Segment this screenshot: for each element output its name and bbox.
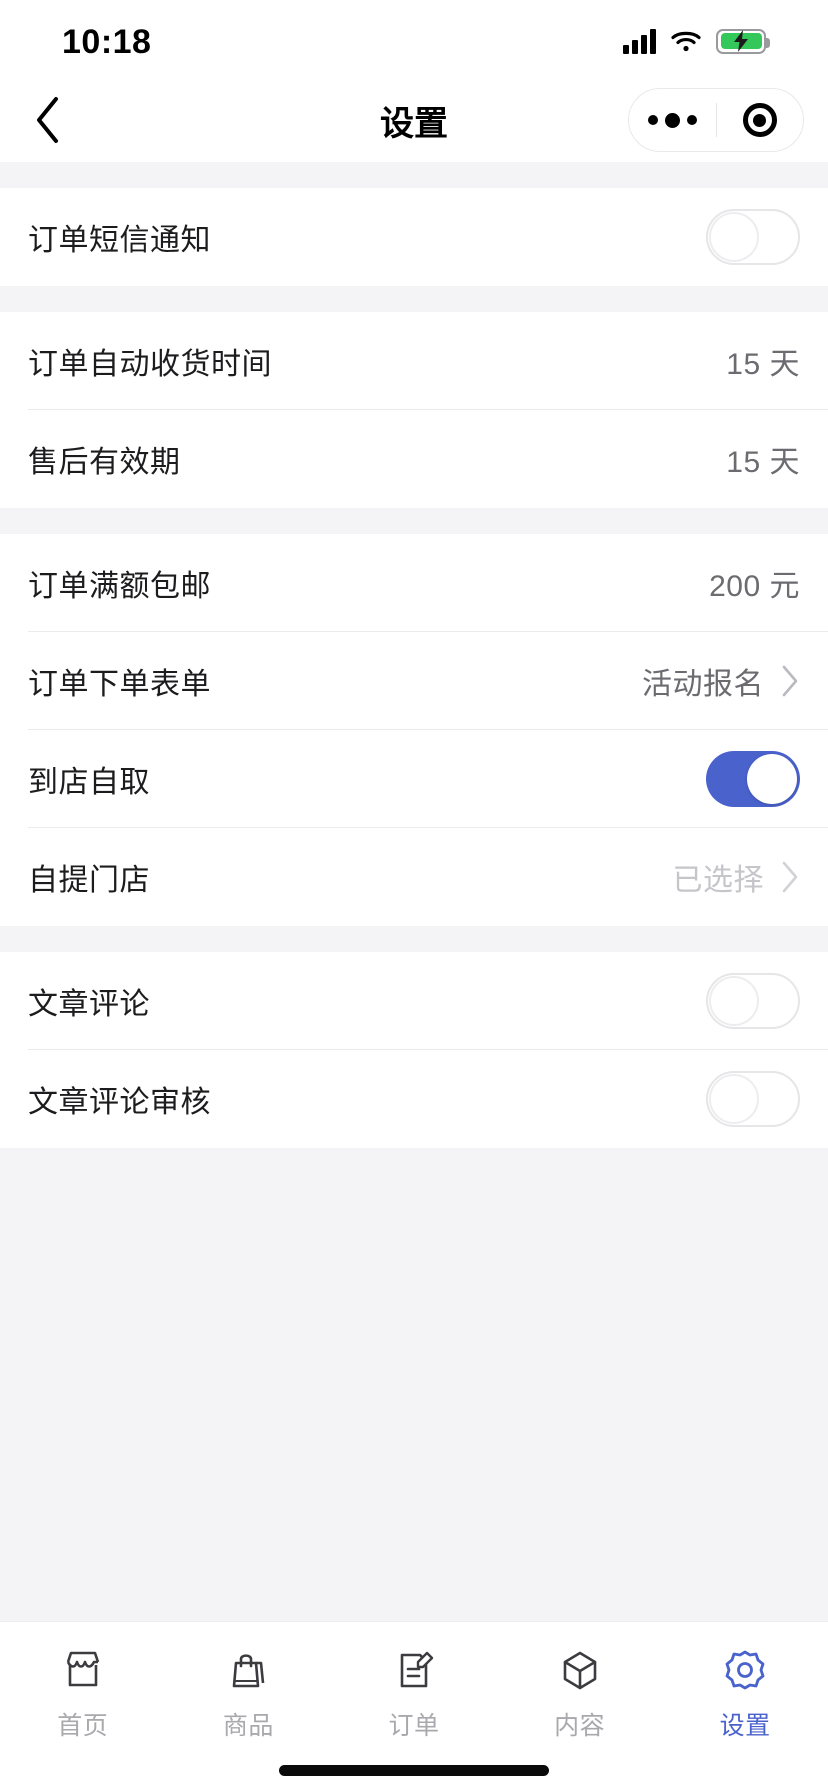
row-control: 200 元 bbox=[709, 561, 800, 605]
row-label: 订单满额包邮 bbox=[28, 570, 211, 603]
tab-content[interactable]: 内容 bbox=[497, 1644, 663, 1742]
miniprogram-capsule bbox=[628, 88, 804, 152]
toggle-article-comment[interactable] bbox=[706, 973, 800, 1029]
tab-label: 商品 bbox=[222, 1712, 274, 1740]
target-circle-icon bbox=[742, 103, 777, 137]
row-label: 文章评论审核 bbox=[28, 1086, 211, 1119]
chevron-right-icon bbox=[782, 665, 798, 697]
tab-label: 订单 bbox=[388, 1712, 440, 1740]
row-value: 15 天 bbox=[726, 446, 800, 479]
row-control: 15 天 bbox=[726, 437, 800, 481]
row-label: 售后有效期 bbox=[28, 446, 181, 479]
cellular-signal-icon bbox=[623, 28, 656, 54]
settings-group-order: 订单满额包邮 200 元 订单下单表单 活动报名 到店自取 自提门店 已选择 bbox=[0, 534, 828, 926]
app-screen: 10:18 设置 订单短信通知 订单自动收货时间 15 天 售后有效期 15 天… bbox=[0, 0, 828, 1792]
box-3d-icon bbox=[555, 1644, 605, 1696]
settings-group-comments: 文章评论 文章评论审核 bbox=[0, 952, 828, 1148]
row-control bbox=[706, 1071, 800, 1127]
close-miniprogram-button[interactable] bbox=[717, 103, 804, 137]
row-order-sms-notification[interactable]: 订单短信通知 bbox=[0, 188, 828, 286]
row-pickup-store[interactable]: 自提门店 已选择 bbox=[0, 828, 828, 926]
group-spacer bbox=[0, 286, 828, 312]
tab-label: 设置 bbox=[719, 1712, 771, 1740]
chevron-right-icon bbox=[782, 861, 798, 893]
row-label: 订单短信通知 bbox=[28, 224, 211, 257]
tab-products[interactable]: 商品 bbox=[166, 1644, 332, 1742]
settings-group-timing: 订单自动收货时间 15 天 售后有效期 15 天 bbox=[0, 312, 828, 508]
settings-list: 订单短信通知 订单自动收货时间 15 天 售后有效期 15 天 订单满额包邮 2… bbox=[0, 162, 828, 1621]
chevron-left-icon bbox=[37, 97, 58, 143]
row-control: 15 天 bbox=[726, 339, 800, 383]
battery-charging-icon bbox=[716, 28, 770, 54]
shopping-bag-icon bbox=[223, 1644, 273, 1696]
more-menu-button[interactable] bbox=[629, 112, 716, 128]
tab-home[interactable]: 首页 bbox=[0, 1644, 166, 1742]
row-value: 15 天 bbox=[726, 348, 800, 381]
tab-label: 首页 bbox=[57, 1712, 109, 1740]
navigation-bar: 设置 bbox=[0, 78, 828, 162]
toggle-order-sms-notification[interactable] bbox=[706, 209, 800, 265]
row-label: 订单下单表单 bbox=[28, 668, 211, 701]
toggle-store-pickup[interactable] bbox=[706, 751, 800, 807]
tab-label: 内容 bbox=[554, 1712, 606, 1740]
home-indicator-area bbox=[0, 1748, 828, 1792]
row-store-pickup[interactable]: 到店自取 bbox=[0, 730, 828, 828]
row-label: 文章评论 bbox=[28, 988, 150, 1021]
row-label: 订单自动收货时间 bbox=[28, 348, 272, 381]
row-control bbox=[706, 209, 800, 265]
row-control: 活动报名 bbox=[642, 659, 800, 703]
group-spacer bbox=[0, 162, 828, 188]
group-spacer bbox=[0, 926, 828, 952]
row-value: 已选择 bbox=[672, 864, 764, 897]
status-icons bbox=[623, 24, 770, 54]
row-value: 200 元 bbox=[709, 570, 800, 603]
gear-icon bbox=[720, 1644, 770, 1696]
row-article-comment[interactable]: 文章评论 bbox=[0, 952, 828, 1050]
group-spacer bbox=[0, 508, 828, 534]
more-dots-icon bbox=[647, 112, 697, 128]
storefront-icon bbox=[58, 1644, 108, 1696]
row-aftersale-validity[interactable]: 售后有效期 15 天 bbox=[0, 410, 828, 508]
status-bar: 10:18 bbox=[0, 0, 828, 78]
lightning-bolt-icon bbox=[734, 30, 748, 52]
row-value: 活动报名 bbox=[642, 668, 764, 701]
row-label: 到店自取 bbox=[28, 766, 150, 799]
row-order-form[interactable]: 订单下单表单 活动报名 bbox=[0, 632, 828, 730]
bottom-tab-bar: 首页 商品 订单 内容 设置 bbox=[0, 1621, 828, 1748]
home-indicator[interactable] bbox=[279, 1764, 549, 1776]
back-button[interactable] bbox=[0, 94, 96, 146]
tab-settings[interactable]: 设置 bbox=[662, 1644, 828, 1742]
row-auto-receive-time[interactable]: 订单自动收货时间 15 天 bbox=[0, 312, 828, 410]
toggle-article-comment-review[interactable] bbox=[706, 1071, 800, 1127]
tab-orders[interactable]: 订单 bbox=[331, 1644, 497, 1742]
wifi-icon bbox=[671, 31, 701, 52]
row-article-comment-review[interactable]: 文章评论审核 bbox=[0, 1050, 828, 1148]
row-free-shipping-threshold[interactable]: 订单满额包邮 200 元 bbox=[0, 534, 828, 632]
row-control bbox=[706, 751, 800, 807]
row-control bbox=[706, 973, 800, 1029]
document-edit-icon bbox=[389, 1644, 439, 1696]
status-time: 10:18 bbox=[62, 22, 152, 61]
row-label: 自提门店 bbox=[28, 864, 150, 897]
row-control: 已选择 bbox=[673, 855, 801, 899]
settings-group-sms: 订单短信通知 bbox=[0, 188, 828, 286]
